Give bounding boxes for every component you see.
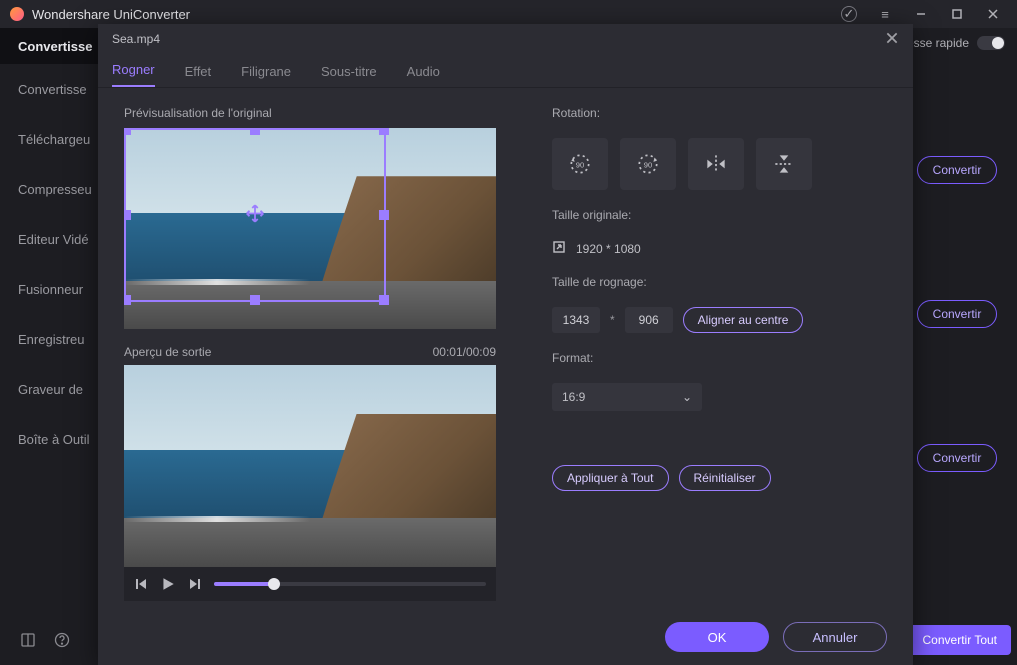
- crop-height-input[interactable]: [625, 307, 673, 333]
- chevron-down-icon: ⌄: [682, 390, 692, 404]
- crop-frame[interactable]: [124, 128, 386, 302]
- sidebar-item-recorder[interactable]: Enregistreu: [0, 314, 98, 364]
- cancel-button[interactable]: Annuler: [783, 622, 887, 652]
- crop-editor-modal: Sea.mp4 Rogner Effet Filigrane Sous-titr…: [98, 24, 913, 665]
- editor-tabs: Rogner Effet Filigrane Sous-titre Audio: [98, 54, 913, 88]
- tab-audio[interactable]: Audio: [407, 64, 440, 87]
- ok-button[interactable]: OK: [665, 622, 769, 652]
- help-icon[interactable]: [54, 632, 70, 651]
- playback-controls: [124, 567, 496, 602]
- app-logo-icon: [10, 7, 24, 21]
- tab-watermark[interactable]: Filigrane: [241, 64, 291, 87]
- crop-handle-t[interactable]: [250, 128, 260, 135]
- tab-subtitle[interactable]: Sous-titre: [321, 64, 377, 87]
- window-maximize-icon[interactable]: [943, 0, 971, 28]
- output-preview: [124, 365, 496, 566]
- playback-time: 00:01/00:09: [433, 345, 496, 359]
- tab-crop[interactable]: Rogner: [112, 62, 155, 87]
- crop-handle-bl[interactable]: [124, 295, 131, 305]
- sidebar-item-merger[interactable]: Fusionneur: [0, 264, 98, 314]
- sidebar: Convertisse Convertisse Téléchargeu Comp…: [0, 28, 98, 665]
- sidebar-item-converter[interactable]: Convertisse: [0, 64, 98, 114]
- next-frame-button[interactable]: [188, 577, 202, 591]
- tab-effect[interactable]: Effet: [185, 64, 212, 87]
- crop-width-input[interactable]: [552, 307, 600, 333]
- guide-icon[interactable]: [20, 632, 36, 651]
- convert-all-button[interactable]: Convertir Tout: [909, 625, 1011, 655]
- crop-handle-l[interactable]: [124, 210, 131, 220]
- sidebar-item-toolbox[interactable]: Boîte à Outil: [0, 414, 98, 464]
- speed-label: esse rapide: [907, 36, 969, 50]
- sidebar-header[interactable]: Convertisse: [0, 28, 98, 64]
- prev-frame-button[interactable]: [134, 577, 148, 591]
- window-close-icon[interactable]: [979, 0, 1007, 28]
- output-preview-label: Aperçu de sortie: [124, 345, 211, 359]
- convert-button-3[interactable]: Convertir: [917, 444, 997, 472]
- crop-handle-br[interactable]: [379, 295, 389, 305]
- sidebar-item-burner[interactable]: Graveur de: [0, 364, 98, 414]
- align-center-button[interactable]: Aligner au centre: [683, 307, 804, 333]
- crop-handle-b[interactable]: [250, 295, 260, 305]
- crop-handle-r[interactable]: [379, 210, 389, 220]
- move-icon: [244, 203, 266, 228]
- modal-close-icon[interactable]: [885, 31, 899, 48]
- rotate-ccw-button[interactable]: 90: [552, 138, 608, 190]
- high-speed-toggle[interactable]: [977, 36, 1005, 50]
- original-size-value: 1920 * 1080: [576, 242, 641, 256]
- reset-button[interactable]: Réinitialiser: [679, 465, 771, 491]
- flip-vertical-button[interactable]: [756, 138, 812, 190]
- app-title: Wondershare UniConverter: [32, 7, 190, 22]
- format-label: Format:: [552, 351, 887, 365]
- rotate-cw-button[interactable]: 90: [620, 138, 676, 190]
- crop-size-label: Taille de rognage:: [552, 275, 887, 289]
- apply-all-button[interactable]: Appliquer à Tout: [552, 465, 669, 491]
- svg-text:90: 90: [576, 160, 584, 169]
- original-size-label: Taille originale:: [552, 208, 887, 222]
- expand-icon[interactable]: [552, 240, 566, 257]
- play-button[interactable]: [160, 576, 176, 592]
- multiply-icon: *: [610, 313, 615, 327]
- convert-button-1[interactable]: Convertir: [917, 156, 997, 184]
- modal-filename: Sea.mp4: [112, 32, 160, 46]
- crop-handle-tr[interactable]: [379, 128, 389, 135]
- aspect-ratio-value: 16:9: [562, 390, 585, 404]
- flip-horizontal-button[interactable]: [688, 138, 744, 190]
- original-preview[interactable]: [124, 128, 496, 329]
- convert-button-2[interactable]: Convertir: [917, 300, 997, 328]
- sidebar-item-video-editor[interactable]: Editeur Vidé: [0, 214, 98, 264]
- sidebar-item-compressor[interactable]: Compresseu: [0, 164, 98, 214]
- playback-slider[interactable]: [214, 582, 486, 586]
- original-preview-label: Prévisualisation de l'original: [124, 106, 496, 120]
- aspect-ratio-select[interactable]: 16:9 ⌄: [552, 383, 702, 411]
- sidebar-item-downloader[interactable]: Téléchargeu: [0, 114, 98, 164]
- svg-text:90: 90: [644, 160, 652, 169]
- rotation-label: Rotation:: [552, 106, 887, 120]
- crop-handle-tl[interactable]: [124, 128, 131, 135]
